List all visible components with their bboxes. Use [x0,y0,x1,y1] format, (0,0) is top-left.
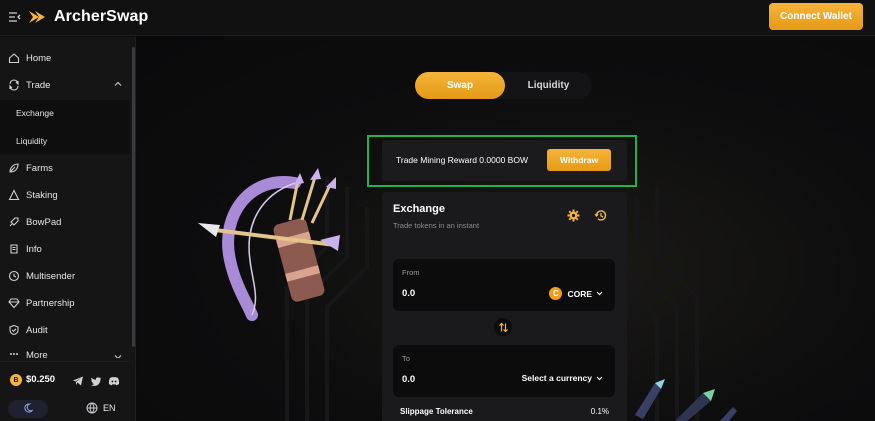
sidebar-item-staking[interactable]: Staking [0,182,130,208]
sidebar-item-multisender[interactable]: Multisender [0,263,130,289]
sidebar-item-label: Partnership [26,297,75,309]
to-amount-input[interactable] [402,374,492,385]
sidebar-item-info[interactable]: Info [0,236,130,262]
chevron-down-icon [596,376,603,380]
sidebar-item-label: More [26,350,48,358]
sidebar-item-label: Home [26,52,52,64]
exchange-subtitle: Trade tokens in an instant [393,221,480,230]
trade-submenu: Exchange Liquidity [0,100,130,154]
top-bar: ArcherSwap Connect Wallet [0,0,875,36]
bow-and-quiver-illustration [198,168,340,321]
brand-name[interactable]: ArcherSwap [54,8,148,26]
from-token-selector[interactable]: C CORE [549,287,603,300]
exchange-card: Exchange Trade tokens in an instant From… [382,192,627,421]
crystal-decoration [635,379,737,421]
sidebar-item-label: Info [26,243,42,255]
partnership-icon [8,297,20,309]
sidebar-item-farms[interactable]: Farms [0,155,130,181]
bow-token-icon: B [10,374,22,386]
tab-swap[interactable]: Swap [415,72,505,99]
slippage-label: Slippage Tolerance [400,407,473,416]
sidebar-item-label: Multisender [26,270,76,282]
swap-liquidity-tabs: Swap Liquidity [415,72,592,99]
language-label: EN [103,403,116,413]
sidebar-item-partnership[interactable]: Partnership [0,290,130,316]
sidebar-item-label: Staking [26,189,58,201]
chevron-up-icon [114,80,122,88]
sidebar-item-label: Audit [26,324,48,336]
sidebar: Home Trade Exchange Liquidity Farms Stak… [0,37,136,421]
sidebar-item-bowpad[interactable]: BowPad [0,209,130,235]
to-label: To [402,354,410,363]
exchange-title: Exchange [393,203,445,215]
moon-icon [23,400,34,418]
core-token-icon: C [549,287,563,300]
info-icon [8,243,20,255]
sidebar-scrollbar[interactable] [132,47,135,347]
from-amount-input[interactable] [402,288,492,299]
staking-icon [8,189,20,201]
sidebar-item-label: BowPad [26,216,62,228]
multisender-icon [8,270,20,282]
sidebar-item-label: Trade [26,79,51,91]
to-token-selector[interactable]: Select a currency [522,373,603,383]
bow-price: $0.250 [26,374,56,385]
bowpad-icon [8,216,20,228]
sidebar-subitem-exchange[interactable]: Exchange [16,108,54,118]
from-field: From C CORE [393,259,615,311]
tab-liquidity[interactable]: Liquidity [505,72,592,99]
menu-collapse-icon[interactable] [8,11,22,23]
sidebar-subitem-liquidity[interactable]: Liquidity [16,136,47,146]
chevron-down-icon [596,291,603,296]
archerswap-logo-icon[interactable] [26,6,48,28]
to-token-label: Select a currency [521,373,592,383]
sidebar-item-home[interactable]: Home [0,45,130,71]
sidebar-item-audit[interactable]: Audit [0,317,130,343]
home-icon [8,52,20,64]
globe-icon [86,402,98,414]
connect-wallet-button[interactable]: Connect Wallet [769,3,863,30]
history-icon[interactable] [594,209,607,222]
telegram-icon[interactable] [72,374,84,386]
discord-icon[interactable] [108,374,120,386]
sidebar-item-more[interactable]: More [0,344,130,358]
swap-direction-button[interactable] [494,318,512,336]
from-label: From [402,268,420,277]
swap-arrows-icon [498,322,508,332]
to-field: To Select a currency [393,345,615,397]
from-token-label: CORE [567,288,592,299]
trade-icon [8,79,20,91]
highlight-box [367,135,637,187]
chevron-down-icon [114,353,122,358]
twitter-icon[interactable] [90,374,102,386]
slippage-value[interactable]: 0.1% [591,407,609,416]
audit-icon [8,324,20,336]
language-selector[interactable]: EN [86,402,116,414]
more-icon [8,348,20,358]
farms-icon [8,162,20,174]
sidebar-item-label: Farms [26,162,53,174]
sidebar-footer: B $0.250 EN [0,361,130,421]
sidebar-item-trade[interactable]: Trade [0,72,130,98]
settings-gear-icon[interactable] [567,209,580,222]
theme-toggle[interactable] [8,400,48,418]
